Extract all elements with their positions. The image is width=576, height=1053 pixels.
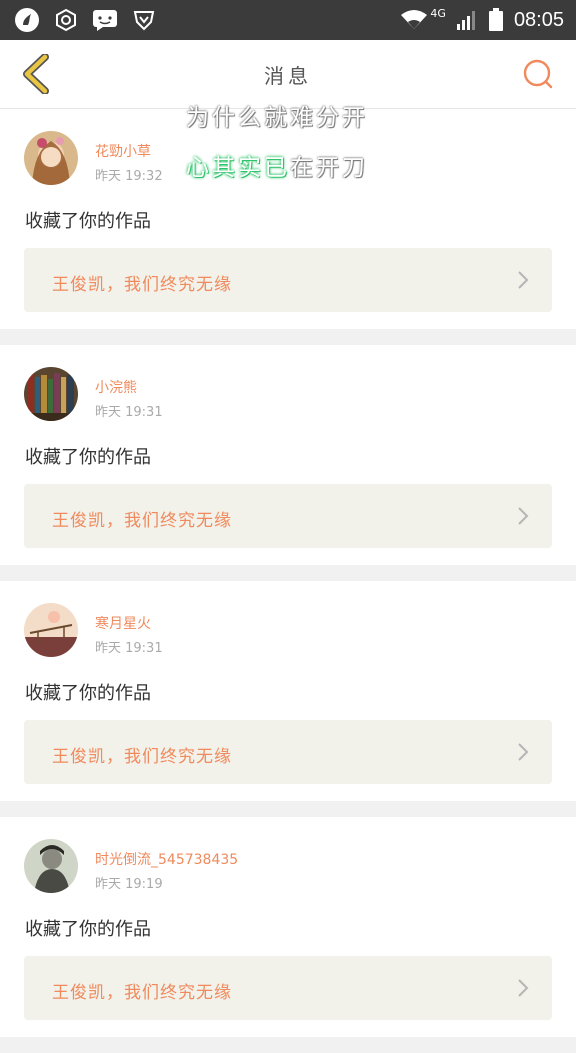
message-card: 时光倒流_545738435 昨天 19:19 收藏了你的作品 王俊凯，我们终究… — [0, 817, 576, 1037]
app-notification-icon — [15, 8, 39, 32]
action-text: 收藏了你的作品 — [25, 919, 151, 940]
username[interactable]: 寒月星火 — [95, 613, 151, 633]
username[interactable]: 花勁小草 — [95, 141, 151, 161]
timestamp: 昨天 19:19 — [95, 877, 163, 892]
message-list: 花勁小草 昨天 19:32 收藏了你的作品 王俊凯，我们终究无缘 小浣熊 昨天 … — [0, 109, 576, 1053]
chevron-right-icon — [518, 271, 529, 289]
page-title: 消息 — [264, 64, 312, 88]
network-type: 4G — [430, 6, 446, 20]
timestamp: 昨天 19:31 — [95, 641, 163, 656]
chevron-right-icon — [518, 507, 529, 525]
app-header: 消息 — [0, 40, 576, 109]
signal-icon — [456, 11, 475, 30]
message-icon — [93, 10, 117, 31]
work-title: 王俊凯，我们终究无缘 — [52, 747, 232, 767]
chevron-right-icon — [518, 743, 529, 761]
avatar[interactable] — [24, 603, 78, 657]
timestamp: 昨天 19:31 — [95, 405, 163, 420]
username[interactable]: 小浣熊 — [95, 377, 137, 397]
work-link[interactable]: 王俊凯，我们终究无缘 — [24, 248, 552, 312]
work-link[interactable]: 王俊凯，我们终究无缘 — [24, 484, 552, 548]
chevron-right-icon — [518, 979, 529, 997]
wifi-icon — [401, 10, 428, 29]
avatar[interactable] — [24, 367, 78, 421]
status-bar: 4G 08:05 — [0, 0, 576, 40]
work-link[interactable]: 王俊凯，我们终究无缘 — [24, 720, 552, 784]
timestamp: 昨天 19:32 — [95, 169, 163, 184]
work-title: 王俊凯，我们终究无缘 — [52, 983, 232, 1003]
work-link[interactable]: 王俊凯，我们终究无缘 — [24, 956, 552, 1020]
search-icon — [523, 59, 553, 89]
clock: 08:05 — [513, 8, 564, 31]
settings-hex-icon — [56, 8, 76, 32]
action-text: 收藏了你的作品 — [25, 683, 151, 704]
message-card: 寒月星火 昨天 19:31 收藏了你的作品 王俊凯，我们终究无缘 — [0, 581, 576, 801]
system-indicators: 4G 08:05 — [400, 6, 564, 32]
avatar[interactable] — [24, 131, 78, 185]
message-card: 小浣熊 昨天 19:31 收藏了你的作品 王俊凯，我们终究无缘 — [0, 345, 576, 565]
message-card: 花勁小草 昨天 19:32 收藏了你的作品 王俊凯，我们终究无缘 — [0, 109, 576, 329]
username[interactable]: 时光倒流_545738435 — [95, 849, 238, 869]
shield-icon — [133, 11, 155, 31]
avatar[interactable] — [24, 839, 78, 893]
work-title: 王俊凯，我们终究无缘 — [52, 275, 232, 295]
notification-icons — [14, 7, 156, 33]
search-button[interactable] — [514, 50, 562, 98]
work-title: 王俊凯，我们终究无缘 — [52, 511, 232, 531]
action-text: 收藏了你的作品 — [25, 211, 151, 232]
battery-icon — [488, 8, 503, 31]
action-text: 收藏了你的作品 — [25, 447, 151, 468]
